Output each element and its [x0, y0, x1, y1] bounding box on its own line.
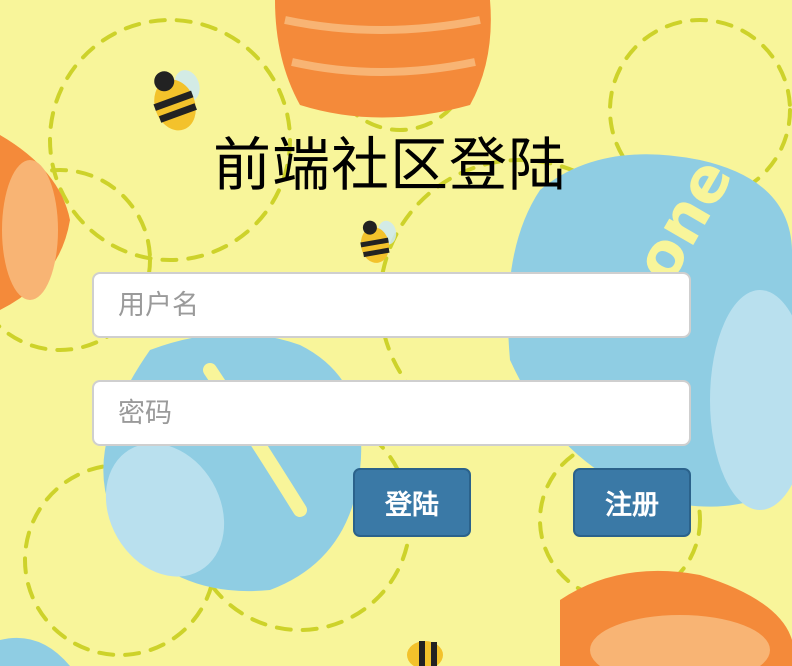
blue-honey-pot-left	[103, 333, 362, 592]
blue-pot-corner	[0, 637, 70, 666]
login-page: honey 前端社区登陆 用户名 登陆 注册	[0, 0, 792, 666]
register-button[interactable]: 注册	[573, 468, 691, 537]
page-title: 前端社区登陆	[213, 131, 568, 199]
bee-icon	[407, 641, 443, 666]
orange-honey-pot-bottom	[560, 570, 792, 666]
bee-icon	[153, 70, 200, 131]
orange-honey-pot-top	[275, 0, 491, 118]
orange-honey-pot-left	[0, 135, 70, 310]
username-input[interactable]	[92, 272, 691, 338]
bee-icon	[360, 220, 397, 263]
password-input[interactable]	[92, 380, 691, 446]
login-button[interactable]: 登陆	[353, 468, 471, 537]
